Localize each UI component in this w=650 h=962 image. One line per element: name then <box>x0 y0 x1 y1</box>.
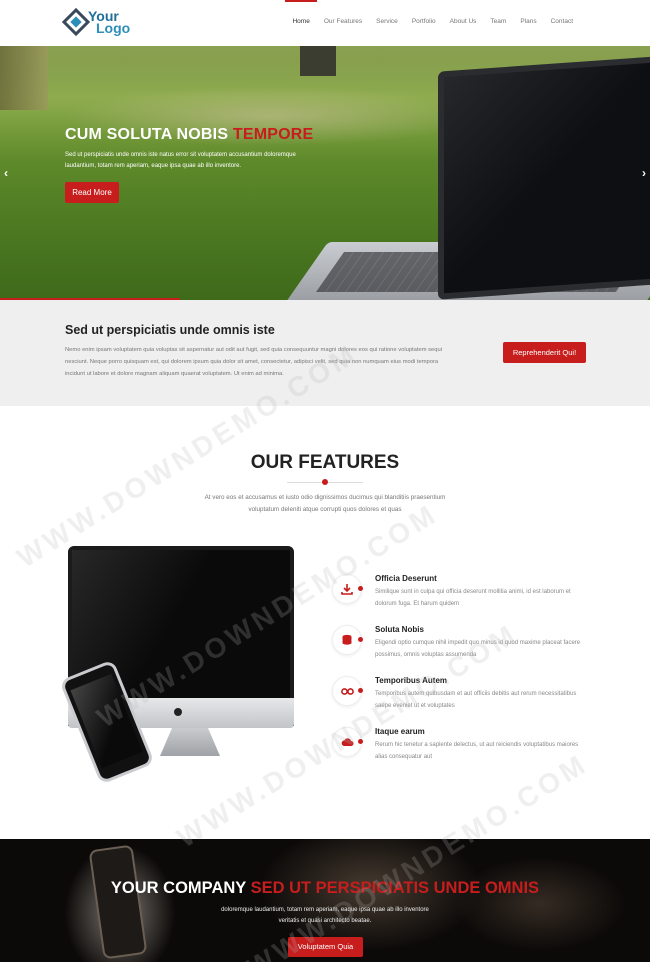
site-header: Your Logo Home Our Features Service Port… <box>0 0 650 46</box>
apple-logo-icon <box>174 708 182 716</box>
features-heading: OUR FEATURES <box>250 452 400 473</box>
feature-text: Temporibus autem quibusdam et aut offici… <box>375 691 577 709</box>
nav-plans[interactable]: Plans <box>513 0 543 46</box>
voluptatem-quia-button[interactable]: Voluptatem Quia <box>288 937 363 957</box>
banner-text: doloremque laudantium, totam rem aperiam… <box>221 907 429 924</box>
reprehenderit-button[interactable]: Reprehenderit Qui! <box>503 342 586 363</box>
read-more-button[interactable]: Read More <box>65 182 119 203</box>
feature-title: Officia Deserunt <box>375 574 437 583</box>
feature-item: Itaque earum Rerum hic tenetur a sapient… <box>330 723 590 773</box>
nav-home[interactable]: Home <box>285 0 318 46</box>
features-intro: At vero eos et accusamus et iusto odio d… <box>204 494 446 513</box>
chevron-right-icon[interactable]: › <box>642 166 646 180</box>
nav-about-us[interactable]: About Us <box>443 0 484 46</box>
hero-subtitle: Sed ut perspiciatis unde omnis iste natu… <box>65 152 296 169</box>
laptop-screen-image <box>438 56 650 300</box>
hero-title-accent: TEMPORE <box>232 126 314 143</box>
divider-dot <box>322 479 328 485</box>
feature-item: Soluta Nobis Eligendi optio cumque nihil… <box>330 621 590 671</box>
company-banner: YOUR COMPANY SED UT PERSPICIATIS UNDE OM… <box>0 839 650 962</box>
feature-text: Similique sunt in culpa qui officia dese… <box>375 589 571 607</box>
banner-title: YOUR COMPANY SED UT PERSPICIATIS UNDE OM… <box>110 879 540 897</box>
banner-title-accent: SED UT PERSPICIATIS UNDE OMNIS <box>250 879 540 897</box>
tree-trunk-image <box>0 46 48 110</box>
cta-title: Sed ut perspiciatis unde omnis iste <box>65 323 275 337</box>
nav-our-features[interactable]: Our Features <box>317 0 369 46</box>
chevron-left-icon[interactable]: ‹ <box>4 166 8 180</box>
nav-service[interactable]: Service <box>369 0 405 46</box>
nav-contact[interactable]: Contact <box>544 0 580 46</box>
feature-item: Temporibus Autem Temporibus autem quibus… <box>330 672 590 722</box>
main-nav: Home Our Features Service Portfolio Abou… <box>285 0 580 46</box>
feature-item: Officia Deserunt Similique sunt in culpa… <box>330 570 590 620</box>
logo-mark-icon <box>61 7 91 37</box>
feature-title: Itaque earum <box>375 727 425 736</box>
feature-text: Eligendi optio cumque nihil impedit quo … <box>375 640 581 658</box>
cta-section: Sed ut perspiciatis unde omnis iste Nemo… <box>0 300 650 406</box>
logo[interactable]: Your Logo <box>61 7 146 38</box>
feature-text: Rerum hic tenetur a sapiente delectus, u… <box>375 742 579 760</box>
hero-slider: CUM SOLUTA NOBIS TEMPORE Sed ut perspici… <box>0 46 650 300</box>
cta-text: Nemo enim ipsam voluptatem quia voluptas… <box>65 347 443 377</box>
nav-portfolio[interactable]: Portfolio <box>405 0 443 46</box>
feature-title: Temporibus Autem <box>375 676 448 685</box>
nav-team[interactable]: Team <box>483 0 513 46</box>
feature-title: Soluta Nobis <box>375 625 424 634</box>
hero-title: CUM SOLUTA NOBIS TEMPORE <box>65 126 314 143</box>
